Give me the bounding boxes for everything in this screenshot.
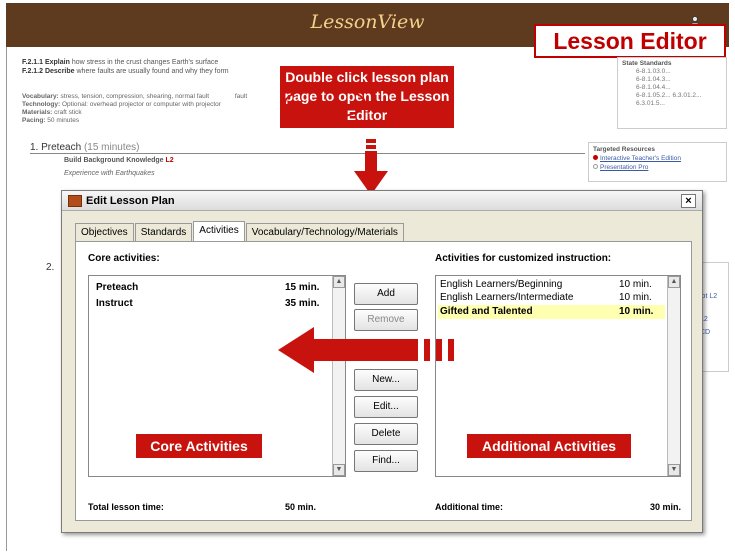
state-standard: 6-8.1.04.4...: [636, 84, 671, 91]
tab-standards[interactable]: Standards: [134, 223, 193, 241]
vocab-value: stress, tension, compression, shearing, …: [60, 93, 210, 100]
list-item-time: 10 min.: [619, 292, 652, 303]
standard-code: F.2.1.2: [22, 68, 44, 75]
dialog-title: Edit Lesson Plan: [86, 195, 175, 207]
activities-panel: Core activities: Preteach 15 min. Instru…: [75, 241, 692, 521]
core-activities-label: Core activities:: [88, 253, 160, 264]
list-item[interactable]: English Learners/Beginning: [440, 279, 562, 290]
core-activities-overlay: Core Activities: [136, 434, 262, 458]
add-button[interactable]: Add: [354, 283, 418, 305]
tab-bar: Objectives Standards Activities Vocabula…: [75, 221, 405, 242]
tech-label: Technology:: [22, 101, 61, 108]
build-background: Build Background Knowledge L2: [64, 157, 174, 164]
vocabulary-block: Vocabulary: stress, tension, compression…: [22, 93, 247, 125]
delete-button[interactable]: Delete: [354, 423, 418, 445]
section-time: (15 minutes): [83, 142, 140, 153]
add-highlight-ring: [284, 87, 366, 119]
scrollbar[interactable]: [332, 276, 345, 476]
scroll-down-icon[interactable]: ▼: [333, 464, 345, 476]
standards-block: F.2.1.1 Explain how stress in the crust …: [22, 58, 229, 76]
experience-text: Experience with Earthquakes: [64, 170, 155, 177]
standard-text: how stress in the crust changes Earth's …: [71, 59, 219, 66]
list-item[interactable]: Instruct: [96, 298, 133, 309]
custom-activities-label: Activities for customized instruction:: [435, 253, 612, 264]
list-item-selected[interactable]: Gifted and Talented: [440, 306, 533, 317]
list-item-time: 10 min.: [619, 306, 654, 317]
find-button[interactable]: Find...: [354, 450, 418, 472]
targeted-title: Targeted Resources: [593, 146, 656, 153]
list-item[interactable]: English Learners/Intermediate: [440, 292, 573, 303]
scrollbar[interactable]: [667, 276, 680, 476]
total-time-value: 50 min.: [285, 502, 317, 512]
divider: [30, 153, 585, 154]
standard-text: where faults are usually found and why t…: [76, 68, 229, 75]
vocab-label: Vocabulary:: [22, 93, 59, 100]
dialog-title-bar[interactable]: Edit Lesson Plan: [62, 191, 702, 211]
list-item-time: 35 min.: [285, 298, 320, 309]
state-standards-title: State Standards: [622, 60, 672, 67]
state-standard: 6-8.1.03.0...: [636, 68, 671, 75]
materials-value: craft stick: [54, 109, 82, 116]
state-standard: 6-8.1.04.3...: [636, 76, 671, 83]
bullet-icon: [593, 155, 598, 160]
bullet-icon: [593, 164, 598, 169]
link-presentation-pro[interactable]: Presentation Pro: [600, 164, 648, 171]
total-time-label: Total lesson time:: [88, 502, 164, 512]
scroll-down-icon[interactable]: ▼: [668, 464, 680, 476]
tab-objectives[interactable]: Objectives: [75, 223, 134, 241]
scroll-up-icon[interactable]: ▲: [333, 276, 345, 288]
vocab-trailing: fault: [234, 93, 248, 100]
standard-code: F.2.1.1: [22, 59, 44, 66]
down-arrow-icon: [354, 139, 388, 195]
left-arrow-icon: [278, 327, 454, 373]
list-item-time: 10 min.: [619, 279, 652, 290]
standard-verb: Describe: [44, 68, 75, 75]
additional-time-value: 30 min.: [650, 502, 682, 512]
section-preteach: 1. Preteach (15 minutes): [30, 142, 140, 153]
materials-label: Materials:: [22, 109, 53, 116]
scroll-up-icon[interactable]: ▲: [668, 276, 680, 288]
state-standard: 6-8.1.05.2... 6.3.01.2...: [636, 92, 702, 99]
pacing-label: Pacing:: [22, 117, 46, 124]
list-item-time: 15 min.: [285, 282, 320, 293]
section-2-number: 2.: [46, 262, 55, 273]
screenshot-frame: LessonView Lesson Editor F.2.1.1 Explain…: [0, 0, 735, 554]
targeted-resources-box: Targeted Resources Interactive Teacher's…: [588, 142, 727, 182]
additional-activities-overlay: Additional Activities: [467, 434, 631, 458]
level-tag: L2: [165, 157, 174, 164]
additional-time-label: Additional time:: [435, 502, 503, 512]
state-standard: 6.3.01.5...: [636, 100, 665, 107]
tab-vocabulary[interactable]: Vocabulary/Technology/Materials: [245, 223, 404, 241]
build-bg-text: Build Background Knowledge: [64, 157, 164, 164]
tech-value: Optional: overhead projector or computer…: [61, 101, 221, 108]
link-interactive-te[interactable]: Interactive Teacher's Edition: [600, 155, 681, 162]
edit-button[interactable]: Edit...: [354, 396, 418, 418]
close-icon[interactable]: ×: [681, 194, 696, 208]
list-item[interactable]: Preteach: [96, 282, 138, 293]
lesson-plan-icon: [68, 195, 82, 207]
tab-activities[interactable]: Activities: [193, 221, 245, 242]
standard-verb: Explain: [44, 59, 70, 66]
state-standards-box: State Standards 6-8.1.03.0... 6-8.1.04.3…: [617, 57, 727, 129]
pacing-value: 50 minutes: [47, 117, 80, 124]
section-title: 1. Preteach: [30, 142, 82, 153]
